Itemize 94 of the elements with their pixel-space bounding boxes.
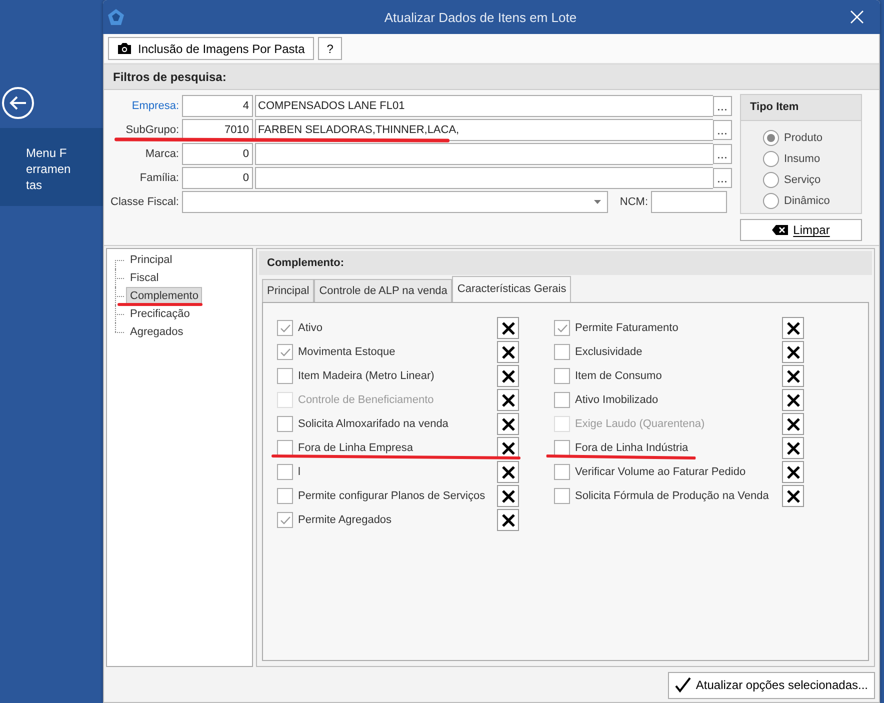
checkbox[interactable]: Solicita Fórmula de Produção na Venda — [554, 488, 782, 504]
radio-option[interactable]: Insumo — [763, 148, 861, 169]
check-icon — [280, 324, 290, 332]
field-link[interactable]: Empresa: — [108, 100, 182, 112]
section-header: Filtros de pesquisa: — [104, 65, 879, 90]
x-icon — [786, 322, 800, 334]
x-icon — [786, 466, 800, 478]
remove-button[interactable] — [497, 485, 519, 507]
remove-button[interactable] — [497, 437, 519, 459]
checkbox[interactable]: Verificar Volume ao Faturar Pedido — [554, 464, 782, 480]
tree-item[interactable]: Precificação — [126, 305, 194, 323]
update-button[interactable]: Atualizar opções selecionadas... — [668, 672, 875, 698]
checkbox[interactable]: Solicita Almoxarifado na venda — [277, 416, 497, 432]
group-title: Tipo Item — [741, 95, 861, 121]
clear-button[interactable]: Limpar — [740, 219, 862, 241]
description-field[interactable] — [255, 167, 713, 189]
toolbar-button[interactable]: ? — [318, 37, 342, 60]
remove-button[interactable] — [497, 365, 519, 387]
x-icon — [502, 442, 514, 454]
clear-icon — [772, 225, 788, 235]
field-label: Classe Fiscal: — [110, 196, 180, 208]
checkbox[interactable]: Permite Faturamento — [554, 320, 782, 336]
close-icon[interactable] — [850, 10, 864, 24]
remove-button[interactable] — [497, 341, 519, 363]
code-field[interactable]: 4 — [182, 95, 253, 117]
x-icon — [502, 370, 514, 382]
checkbox[interactable]: l — [277, 464, 497, 480]
checkbox[interactable]: Permite configurar Planos de Serviços — [277, 488, 497, 504]
remove-button[interactable] — [497, 317, 519, 339]
tab[interactable]: Principal — [262, 279, 314, 302]
remove-button[interactable] — [782, 341, 804, 363]
checkbox[interactable]: Item Madeira (Metro Linear) — [277, 368, 497, 384]
x-icon — [786, 418, 800, 430]
checkbox[interactable]: Exclusividade — [554, 344, 782, 360]
remove-button[interactable] — [497, 413, 519, 435]
check-icon — [280, 516, 290, 524]
remove-button[interactable] — [497, 389, 519, 411]
remove-button[interactable] — [782, 365, 804, 387]
x-icon — [786, 346, 800, 358]
field-label: Família: — [138, 172, 180, 184]
remove-button[interactable] — [782, 461, 804, 483]
x-icon — [502, 490, 514, 502]
x-icon — [502, 322, 514, 334]
description-field[interactable]: COMPENSADOS LANE FL01 — [255, 95, 713, 117]
checkbox[interactable]: Movimenta Estoque — [277, 344, 497, 360]
field-label: Marca: — [144, 148, 180, 160]
x-icon — [786, 394, 800, 406]
checkbox[interactable]: Fora de Linha Indústria — [554, 440, 782, 456]
checkbox[interactable]: Permite Agregados — [277, 512, 497, 528]
tree-item[interactable]: Principal — [126, 251, 176, 269]
x-icon — [786, 490, 800, 502]
remove-button[interactable] — [782, 317, 804, 339]
side-menu-item[interactable]: Menu Ferramentas — [0, 128, 103, 206]
x-icon — [786, 442, 800, 454]
x-icon — [502, 514, 514, 526]
checkbox[interactable]: Fora de Linha Empresa — [277, 440, 497, 456]
dropdown-field[interactable] — [182, 191, 608, 213]
ncm-field[interactable] — [651, 191, 727, 213]
checkbox[interactable]: Ativo — [277, 320, 497, 336]
x-icon — [502, 394, 514, 406]
remove-button[interactable] — [782, 485, 804, 507]
tree-item[interactable]: Agregados — [126, 323, 188, 341]
check-icon — [280, 348, 290, 356]
check-icon — [556, 324, 568, 332]
checkbox[interactable]: Ativo Imobilizado — [554, 392, 782, 408]
x-icon — [502, 346, 514, 358]
remove-button[interactable] — [782, 437, 804, 459]
description-field[interactable]: FARBEN SELADORAS,THINNER,LACA, — [255, 119, 713, 141]
checkmark-icon — [674, 677, 691, 693]
remove-button[interactable] — [782, 389, 804, 411]
tab[interactable]: Controle de ALP na venda — [314, 279, 452, 302]
description-field[interactable] — [255, 143, 713, 165]
remove-button[interactable] — [497, 461, 519, 483]
dropdown-arrow-icon — [594, 200, 601, 204]
section-header: Complemento: — [259, 251, 872, 275]
x-icon — [502, 418, 514, 430]
code-field[interactable]: 0 — [182, 167, 253, 189]
field-label: NCM: — [618, 196, 649, 208]
checkbox[interactable]: Item de Consumo — [554, 368, 782, 384]
tab[interactable]: Características Gerais — [452, 276, 572, 302]
window-title: Atualizar Dados de Itens em Lote — [383, 10, 578, 24]
remove-button[interactable] — [497, 509, 519, 531]
radio-option[interactable]: Serviço — [763, 169, 861, 190]
remove-button[interactable] — [782, 413, 804, 435]
field-label: SubGrupo: — [124, 124, 180, 136]
code-field[interactable]: 0 — [182, 143, 253, 165]
radio-option[interactable]: Produto — [763, 127, 861, 148]
tree-item[interactable]: Fiscal — [126, 269, 163, 287]
x-icon — [786, 370, 800, 382]
toolbar-button[interactable]: Inclusão de Imagens Por Pasta — [108, 37, 314, 60]
logo-icon — [107, 8, 125, 26]
radio-option[interactable]: Dinâmico — [763, 190, 861, 211]
x-icon — [502, 466, 514, 478]
camera-icon — [117, 42, 132, 55]
